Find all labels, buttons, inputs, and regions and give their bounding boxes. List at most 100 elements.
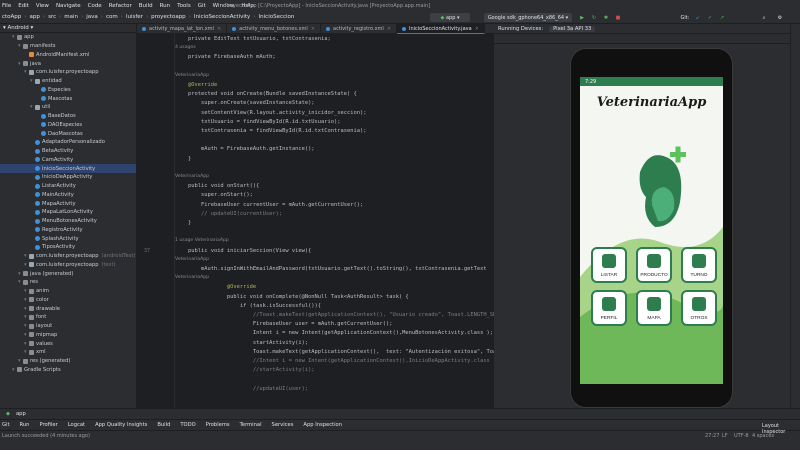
breadcrumb-item[interactable]: ctoApp [2, 14, 21, 20]
tool-tab-app-inspection[interactable]: App Inspection [303, 422, 342, 428]
tree-item[interactable]: TiposActivity [0, 243, 136, 252]
layout-inspector-label[interactable]: Layout Inspector [762, 423, 800, 435]
breadcrumb-item[interactable]: app [30, 14, 40, 20]
tree-item[interactable]: MenuBotonesActivity [0, 217, 136, 226]
device-select[interactable]: Google sdk_gphone64_x86_64 ▾ [484, 13, 572, 22]
rerun-icon[interactable]: ↻ [590, 13, 598, 22]
editor-tab[interactable]: activity_registro.xml × [321, 24, 398, 34]
close-tab-icon[interactable]: × [387, 26, 391, 32]
tool-tab-git[interactable]: Git [2, 422, 10, 428]
tree-item[interactable]: ▾ util [0, 103, 136, 112]
tree-item[interactable]: ▾ Gradle Scripts [0, 366, 136, 375]
tree-item[interactable]: AndroidManifest.xml [0, 51, 136, 60]
tree-item[interactable]: ▾ com.luisfer.proyectoapp [0, 68, 136, 77]
tree-item[interactable]: ▾ mipmap [0, 331, 136, 340]
project-view-select[interactable]: ▾ Android ▾ [0, 24, 136, 33]
tree-item[interactable]: RegistroActivity [0, 226, 136, 235]
run-tab-label[interactable]: app [16, 411, 26, 417]
run-icon[interactable]: ▶ [578, 13, 586, 22]
tree-item[interactable]: ▾ manifests [0, 42, 136, 51]
git-update-icon[interactable]: ↙ [694, 13, 702, 22]
tool-tab-services[interactable]: Services [272, 422, 294, 428]
git-commit-icon[interactable]: ✓ [706, 13, 714, 22]
menu-item-view[interactable]: View [36, 3, 49, 9]
tool-tab-run[interactable]: Run [20, 422, 30, 428]
menu-tile[interactable]: TURNO [681, 247, 717, 283]
tree-item[interactable]: AdaptadorPersonalizado [0, 138, 136, 147]
menu-item-git[interactable]: Git [198, 3, 206, 9]
menu-item-tools[interactable]: Tools [177, 3, 191, 9]
run-config-select[interactable]: ◆ app ▾ [430, 13, 470, 22]
tool-tab-terminal[interactable]: Terminal [240, 422, 262, 428]
tree-item[interactable]: ▾ color [0, 296, 136, 305]
tree-item[interactable]: ▾ layout [0, 322, 136, 331]
settings-icon[interactable]: ⚙ [776, 13, 784, 22]
tree-item[interactable]: ▾ res [0, 278, 136, 287]
close-tab-icon[interactable]: × [217, 26, 221, 32]
tool-tab-logcat[interactable]: Logcat [68, 422, 85, 428]
breadcrumb-item[interactable]: InicioSeccion [259, 14, 295, 20]
tree-item[interactable]: DaoMascotas [0, 129, 136, 138]
tree-item[interactable]: SplashActivity [0, 234, 136, 243]
tree-item[interactable]: ListarActivity [0, 182, 136, 191]
tree-item[interactable]: InicioDeAppActivity [0, 173, 136, 182]
tree-item[interactable]: InicioSeccionActivity [0, 164, 136, 173]
tree-item[interactable]: CamActivity [0, 156, 136, 165]
tree-item[interactable]: Mascotas [0, 94, 136, 103]
menu-tile[interactable]: OTROS [681, 290, 717, 326]
tree-item[interactable]: ▾ app [0, 33, 136, 42]
code-editor[interactable]: private EditText txtUsuario, txtContrase… [175, 34, 494, 408]
editor-tab[interactable]: activity_mapa_lat_lon.xml × [137, 24, 228, 34]
menu-item-navigate[interactable]: Navigate [56, 3, 81, 9]
file-encoding[interactable]: UTF-8 [734, 433, 749, 439]
tool-tab-build[interactable]: Build [157, 422, 170, 428]
tree-item[interactable]: BaseDatos [0, 112, 136, 121]
tree-item[interactable]: MapaActivity [0, 199, 136, 208]
close-tab-icon[interactable]: × [311, 26, 315, 32]
tree-item[interactable]: ▾ xml [0, 348, 136, 357]
editor-tab[interactable]: activity_menu_botones.xml × [227, 24, 321, 34]
menu-item-build[interactable]: Build [139, 3, 153, 9]
menu-tile[interactable]: PERFIL [591, 290, 627, 326]
stop-icon[interactable]: ■ [614, 13, 622, 22]
breadcrumb-item[interactable]: com [106, 14, 118, 20]
git-push-icon[interactable]: ↗ [718, 13, 726, 22]
breadcrumb-item[interactable]: main [64, 14, 78, 20]
menu-tile[interactable]: LISTAR [591, 247, 627, 283]
editor-tab[interactable]: InicioSeccionActivity.java × [397, 24, 485, 34]
cursor-position[interactable]: 27:27 [705, 433, 719, 439]
tree-item[interactable]: ▾ java [0, 59, 136, 68]
breadcrumb-item[interactable]: luisfer [126, 14, 143, 20]
tree-item[interactable]: ▾ com.luisfer.proyectoapp (test) [0, 261, 136, 270]
breadcrumb-item[interactable]: src [48, 14, 56, 20]
debug-icon[interactable]: ✱ [602, 13, 610, 22]
tree-item[interactable]: ▾ java (generated) [0, 269, 136, 278]
tree-item[interactable]: ▾ res (generated) [0, 357, 136, 366]
menu-item-code[interactable]: Code [88, 3, 102, 9]
breadcrumb-item[interactable]: InicioSeccionActivity [194, 14, 250, 20]
tree-item[interactable]: ▾ values [0, 339, 136, 348]
device-tab[interactable]: Pixel 3a API 33 [549, 25, 596, 32]
close-tab-icon[interactable]: × [475, 26, 479, 32]
tree-item[interactable]: ▾ entidad [0, 77, 136, 86]
menu-item-edit[interactable]: Edit [18, 3, 29, 9]
menu-item-refactor[interactable]: Refactor [109, 3, 132, 9]
tree-item[interactable]: MainActivity [0, 191, 136, 200]
tree-item[interactable]: ▾ com.luisfer.proyectoapp (androidTest) [0, 252, 136, 261]
menu-tile[interactable]: PRODUCTO [636, 247, 672, 283]
menu-item-file[interactable]: File [2, 3, 11, 9]
line-separator[interactable]: LF [722, 433, 728, 439]
search-icon[interactable]: ⌕ [760, 13, 768, 22]
tool-tab-todo[interactable]: TODO [180, 422, 195, 428]
phone-screen[interactable]: 7:29 VeterinariaApp LISTAR PRODUCTO TURNO P… [580, 77, 723, 384]
tree-item[interactable]: DAOEspecies [0, 121, 136, 130]
tree-item[interactable]: MapaLatLonActivity [0, 208, 136, 217]
tool-tab-profiler[interactable]: Profiler [39, 422, 57, 428]
tool-tab-app-quality-insights[interactable]: App Quality Insights [95, 422, 147, 428]
tree-item[interactable]: ▾ drawable [0, 304, 136, 313]
menu-tile[interactable]: MAPA [636, 290, 672, 326]
tree-item[interactable]: ▾ font [0, 313, 136, 322]
breadcrumb-item[interactable]: proyectoapp [151, 14, 186, 20]
tool-tab-problems[interactable]: Problems [206, 422, 230, 428]
tree-item[interactable]: Especies [0, 86, 136, 95]
